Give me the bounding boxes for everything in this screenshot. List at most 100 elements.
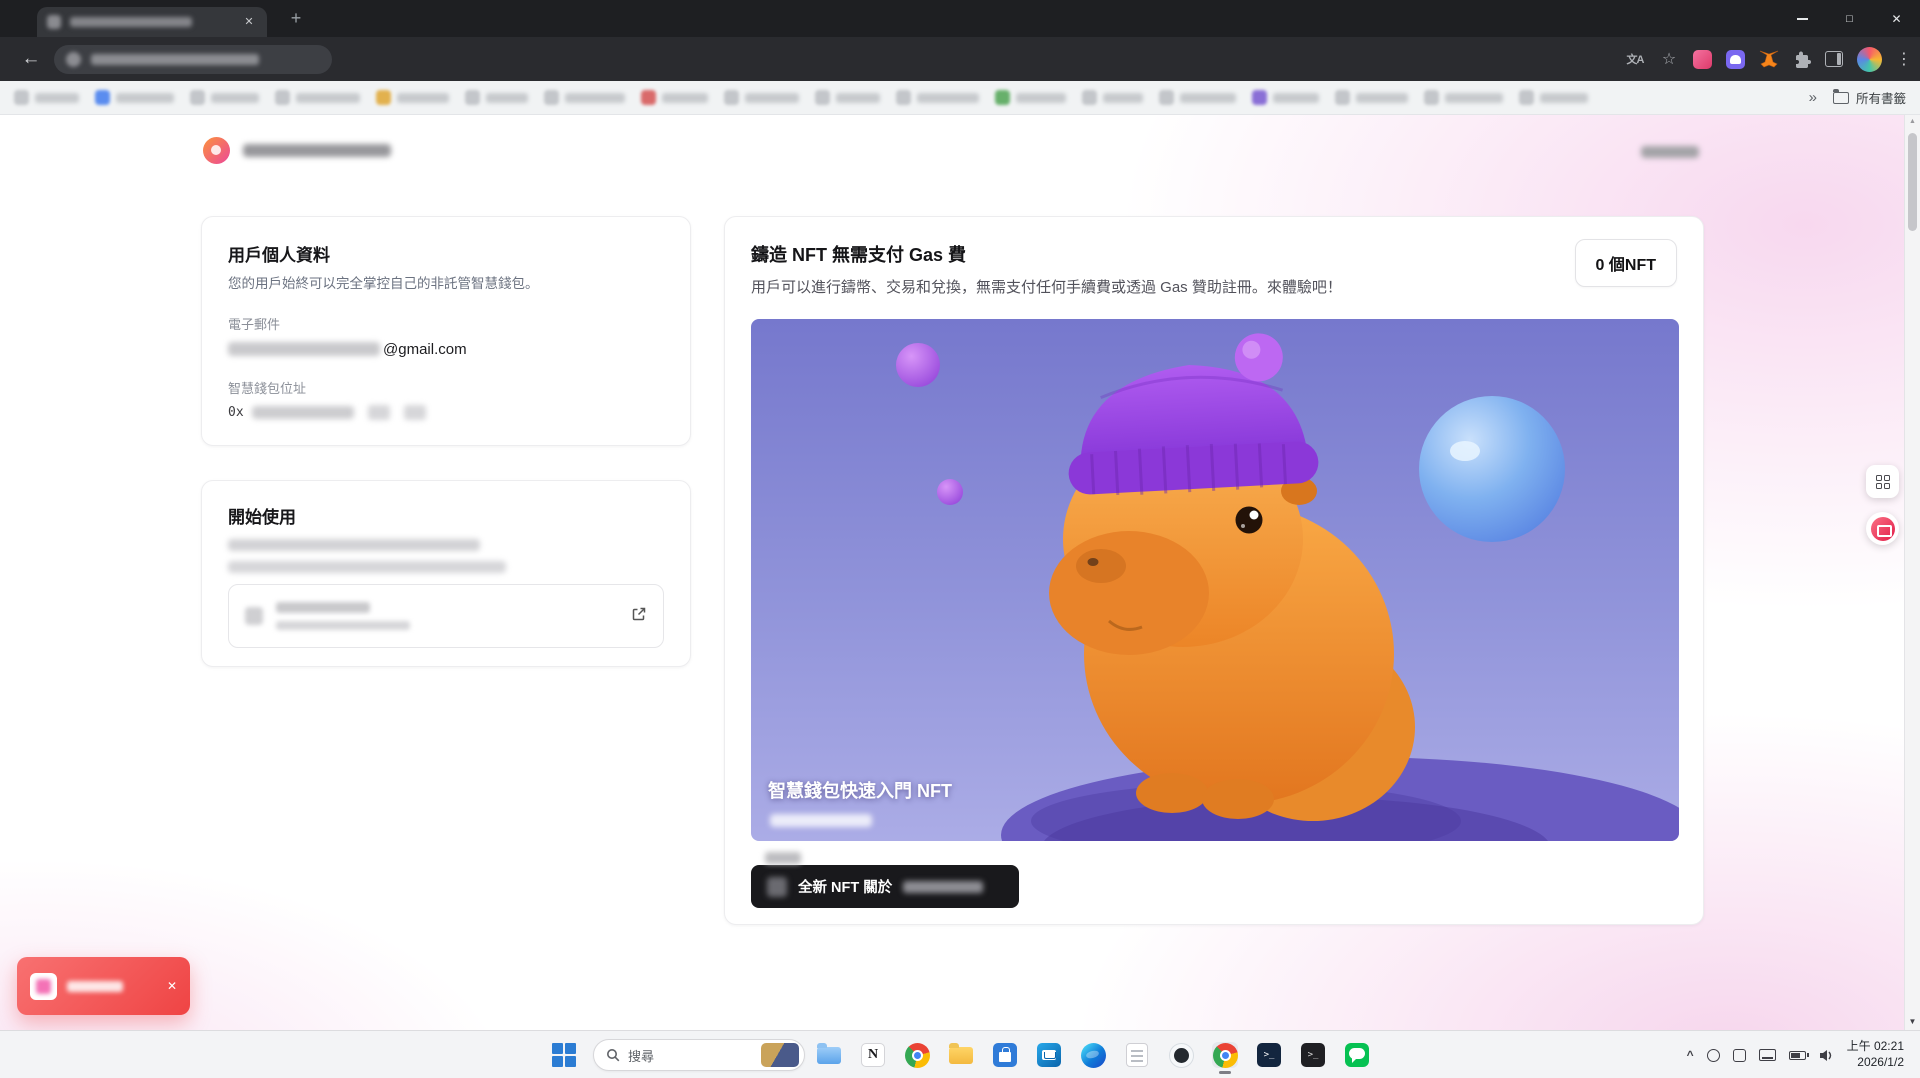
new-tab-button[interactable]: + (283, 6, 309, 32)
system-tray: ^ 上午 02:21 2026/1/2 (1687, 1031, 1904, 1078)
file-explorer-icon[interactable] (816, 1042, 842, 1068)
folder-icon-taskbar[interactable] (948, 1042, 974, 1068)
bookmark-item[interactable] (275, 90, 360, 105)
capybara-illustration (751, 319, 1679, 841)
minimize-icon (1797, 18, 1808, 20)
bookmark-item[interactable] (896, 90, 979, 105)
bookmark-item[interactable] (376, 90, 449, 105)
tray-icon-2[interactable] (1733, 1049, 1746, 1062)
bookmark-item[interactable] (1159, 90, 1236, 105)
scrollbar-up-arrow[interactable]: ▲ (1905, 118, 1920, 125)
bookmark-item[interactable] (1424, 90, 1503, 105)
notification-toast[interactable]: ✕ (17, 957, 190, 1015)
notion-icon[interactable]: N (860, 1042, 886, 1068)
line-icon[interactable] (1344, 1042, 1370, 1068)
bookmarks-bar: » 所有書籤 (0, 81, 1920, 115)
translate-float-button[interactable] (1866, 512, 1899, 545)
wallet-address-redacted (252, 406, 354, 419)
edge-icon[interactable] (1080, 1042, 1106, 1068)
bookmark-item[interactable] (641, 90, 708, 105)
side-panel-icon[interactable] (1825, 51, 1843, 67)
chrome-icon[interactable] (904, 1042, 930, 1068)
bookmark-item[interactable] (1252, 90, 1319, 105)
bookmark-item[interactable] (465, 90, 528, 105)
browser-menu-icon[interactable]: ⋮ (1896, 49, 1908, 69)
toast-message-redacted (67, 981, 123, 992)
page-scrollbar[interactable]: ▲ ▼ (1904, 115, 1920, 1030)
document-app-icon[interactable] (1124, 1042, 1150, 1068)
microsoft-store-icon[interactable] (992, 1042, 1018, 1068)
getting-started-link-item[interactable] (228, 584, 664, 648)
scrollbar-down-arrow[interactable]: ▼ (1905, 1017, 1920, 1026)
bookmark-title-redacted (1180, 93, 1236, 103)
bookmark-title-redacted (296, 93, 360, 103)
wallet-extension-icon[interactable] (1726, 50, 1745, 69)
hidden-icons-chevron[interactable]: ^ (1687, 1048, 1694, 1062)
touch-keyboard-icon[interactable] (1759, 1049, 1776, 1061)
site-info-icon[interactable] (66, 52, 81, 67)
wallet-address: 0x (228, 405, 664, 420)
volume-icon[interactable] (1819, 1049, 1834, 1062)
translate-icon[interactable]: 文A (1625, 51, 1645, 67)
bookmark-star-icon[interactable]: ☆ (1659, 49, 1679, 69)
mint-button-label: 全新 NFT 關於 (798, 876, 892, 897)
close-window-button[interactable]: ✕ (1873, 0, 1920, 37)
maximize-button[interactable]: □ (1826, 0, 1873, 37)
nft-count-badge[interactable]: 0 個NFT (1575, 239, 1677, 287)
bookmark-item[interactable] (1082, 90, 1143, 105)
bookmark-favicon (1252, 90, 1267, 105)
search-highlight-image[interactable] (761, 1043, 799, 1067)
getting-started-desc-redacted (228, 539, 480, 551)
metamask-extension-icon[interactable] (1759, 50, 1779, 69)
bookmark-favicon (376, 90, 391, 105)
powershell-icon[interactable]: >_ (1256, 1042, 1282, 1068)
bookmark-item[interactable] (1519, 90, 1588, 105)
bookmark-title-redacted (1103, 93, 1143, 103)
start-button[interactable] (552, 1043, 576, 1067)
external-link-icon[interactable] (631, 606, 647, 627)
mint-row: 全新 NFT 關於 (751, 865, 1677, 908)
bookmark-title-redacted (35, 93, 79, 103)
tray-icon-1[interactable] (1707, 1049, 1720, 1062)
back-button[interactable]: ← (16, 48, 46, 70)
site-logo[interactable] (203, 137, 230, 164)
extensions-puzzle-icon[interactable] (1793, 50, 1811, 68)
bookmark-item[interactable] (190, 90, 259, 105)
mint-nft-button[interactable]: 全新 NFT 關於 (751, 865, 1019, 908)
bookmark-item[interactable] (724, 90, 799, 105)
floating-widget-button[interactable] (1866, 465, 1899, 498)
bookmark-title-redacted (1356, 93, 1408, 103)
battery-icon[interactable] (1789, 1051, 1806, 1060)
terminal-icon[interactable]: >_ (1300, 1042, 1326, 1068)
bookmark-item[interactable] (815, 90, 880, 105)
browser-tab[interactable]: ✕ (37, 7, 267, 37)
bookmark-item[interactable] (14, 90, 79, 105)
header-action-redacted[interactable] (1641, 146, 1699, 158)
minimize-button[interactable] (1779, 0, 1826, 37)
link-item-title-redacted (276, 602, 370, 613)
bookmark-item[interactable] (95, 90, 174, 105)
copy-address-icon[interactable] (368, 405, 390, 420)
getting-started-desc2-redacted (228, 561, 506, 573)
bookmark-item[interactable] (544, 90, 625, 105)
bookmark-title-redacted (917, 93, 979, 103)
bookmark-favicon (724, 90, 739, 105)
bookmarks-overflow-chevron[interactable]: » (1809, 89, 1817, 106)
taskbar-search[interactable]: 搜尋 (593, 1039, 805, 1071)
bookmark-title-redacted (1540, 93, 1588, 103)
bookmark-title-redacted (211, 93, 259, 103)
address-bar[interactable] (54, 45, 332, 74)
bookmark-item[interactable] (995, 90, 1066, 105)
toast-close-button[interactable]: ✕ (167, 979, 177, 993)
outlook-icon[interactable] (1036, 1042, 1062, 1068)
scrollbar-thumb[interactable] (1908, 133, 1917, 231)
extension-icon-pink[interactable] (1693, 50, 1712, 69)
bookmark-item[interactable] (1335, 90, 1408, 105)
view-address-icon[interactable] (404, 405, 426, 420)
taskbar-clock[interactable]: 上午 02:21 2026/1/2 (1847, 1039, 1904, 1070)
chrome-active-icon[interactable] (1212, 1042, 1238, 1068)
all-bookmarks-button[interactable]: 所有書籤 (1833, 88, 1906, 107)
github-icon[interactable] (1168, 1042, 1194, 1068)
tab-close-button[interactable]: ✕ (241, 14, 257, 30)
profile-avatar[interactable] (1857, 47, 1882, 72)
